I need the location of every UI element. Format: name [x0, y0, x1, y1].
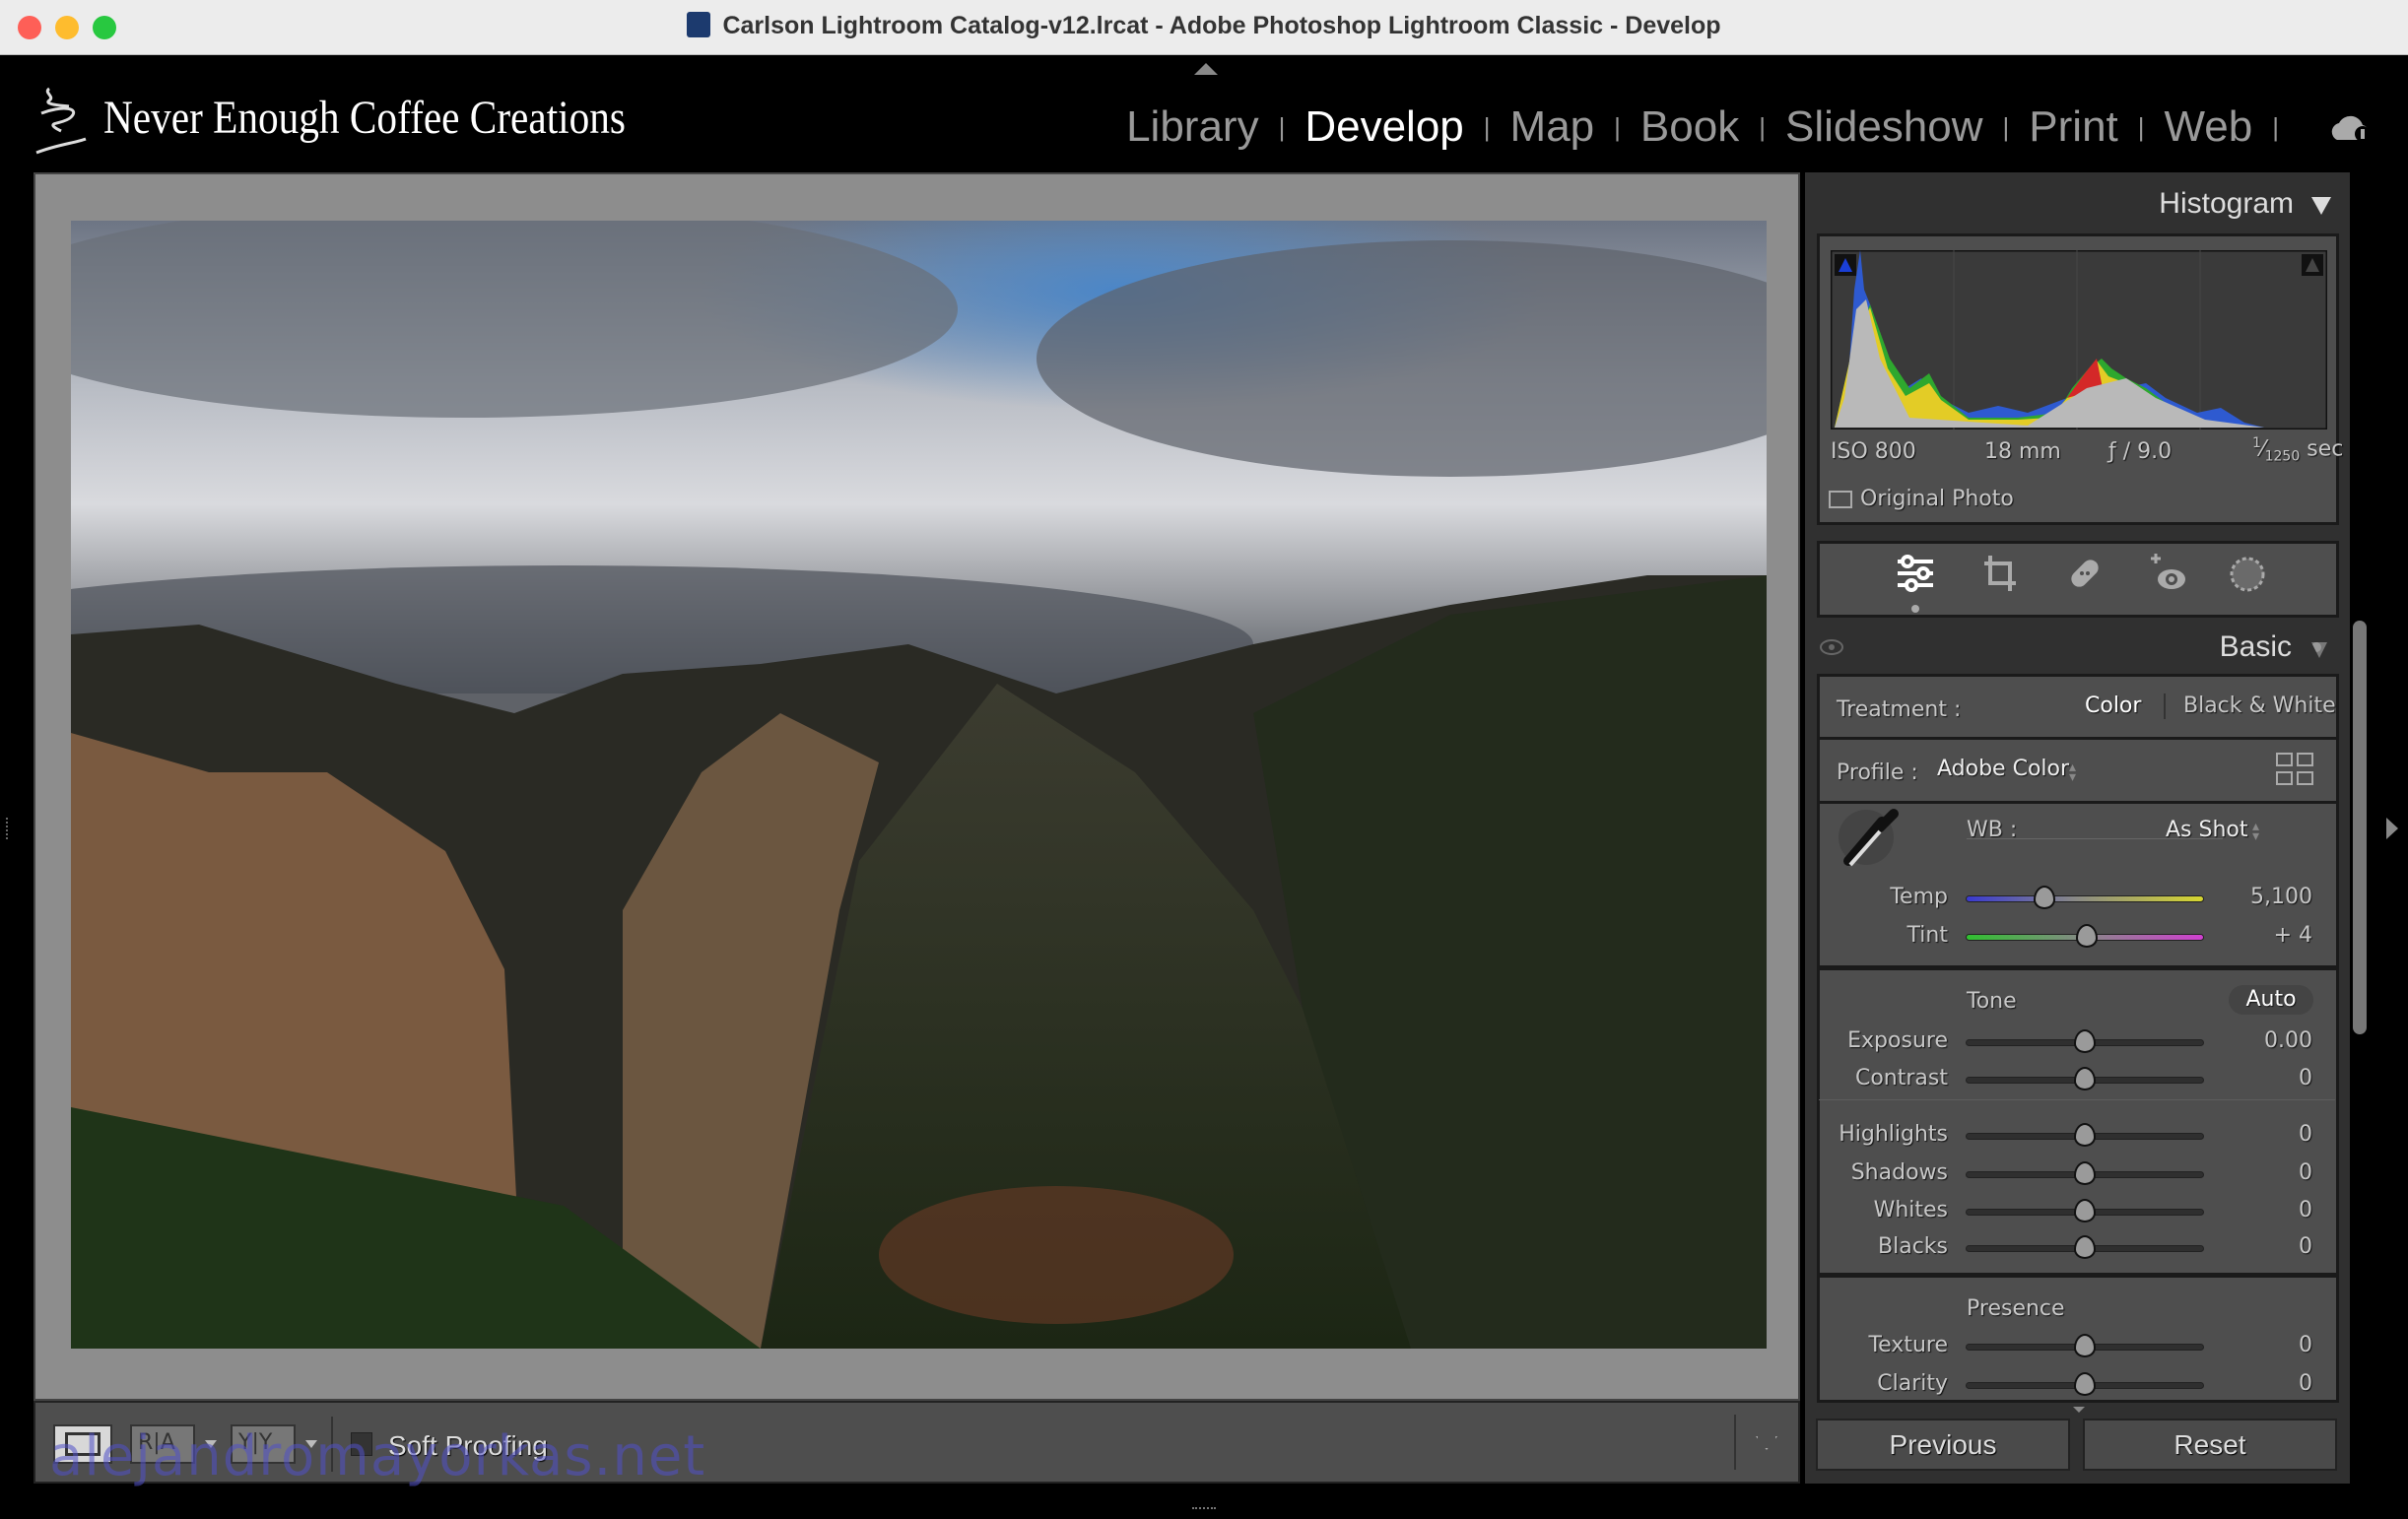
scroll-more-indicator — [2073, 1407, 2085, 1413]
previous-button[interactable]: Previous — [1816, 1419, 2070, 1471]
module-separator: | — [2272, 111, 2279, 142]
reset-button[interactable]: Reset — [2083, 1419, 2337, 1471]
blacks-label: Blacks — [1878, 1234, 1948, 1259]
basic-panel-header[interactable]: Basic — [2069, 630, 2292, 664]
tone-label: Tone — [1967, 989, 2017, 1014]
clarity-label: Clarity — [1877, 1371, 1948, 1396]
module-web[interactable]: Web — [2165, 102, 2253, 152]
panel-visibility-eye-icon[interactable] — [1819, 638, 1844, 656]
highlights-value[interactable]: 0 — [2174, 1122, 2312, 1147]
presence-label: Presence — [1967, 1296, 2065, 1321]
texture-value[interactable]: 0 — [2174, 1333, 2312, 1357]
collapse-top-panel-arrow[interactable] — [1194, 63, 1218, 75]
module-separator: | — [1614, 111, 1621, 142]
identity-plate: Never Enough Coffee Creations — [103, 92, 626, 144]
exposure-label: Exposure — [1847, 1028, 1948, 1053]
original-photo-label: Original Photo — [1860, 487, 2014, 511]
divider — [2164, 693, 2166, 719]
clarity-value[interactable]: 0 — [2174, 1371, 2312, 1396]
tint-label: Tint — [1906, 923, 1948, 948]
white-balance-eyedropper-icon[interactable] — [1837, 808, 1902, 873]
original-photo-checkbox[interactable] — [1829, 491, 1852, 508]
module-separator: | — [1759, 111, 1766, 142]
histogram-header[interactable]: Histogram — [2069, 187, 2294, 221]
app-icon — [687, 12, 711, 37]
divider — [1967, 838, 2223, 839]
tint-value[interactable]: + 4 — [2174, 923, 2312, 948]
module-picker: Library | Develop | Map | Book | Slideshow | Print… — [1126, 102, 2334, 152]
cloud-sync-icon[interactable] — [2327, 110, 2373, 144]
shadows-label: Shadows — [1850, 1160, 1948, 1185]
toolbar-options-chevron-icon[interactable] — [1756, 1436, 1777, 1450]
module-separator: | — [2002, 111, 2010, 142]
exposure-slider-thumb[interactable] — [2074, 1029, 2096, 1053]
profile-browser-grid-icon[interactable] — [2276, 753, 2315, 788]
watermark: alejandromayorkas.net — [49, 1424, 706, 1488]
temp-slider[interactable] — [1966, 895, 2204, 902]
temp-label: Temp — [1890, 885, 1948, 909]
module-separator: | — [1483, 111, 1491, 142]
stepper-arrows-icon[interactable]: ▴ ▾ — [2252, 820, 2259, 843]
module-develop[interactable]: Develop — [1304, 102, 1463, 152]
histogram-graph[interactable] — [1831, 250, 2327, 429]
divider — [1734, 1415, 1736, 1470]
profile-label: Profile : — [1837, 760, 1918, 785]
whites-label: Whites — [1873, 1198, 1948, 1222]
healing-icon[interactable] — [2065, 554, 2105, 593]
treatment-color-option[interactable]: Color — [2085, 693, 2141, 718]
red-eye-icon[interactable] — [2148, 552, 2187, 593]
shadows-slider-thumb[interactable] — [2074, 1161, 2096, 1185]
crop-icon[interactable] — [1982, 554, 2018, 595]
module-slideshow[interactable]: Slideshow — [1785, 102, 1983, 152]
filmstrip-toggle[interactable] — [1192, 1497, 1216, 1509]
stepper-arrows-icon[interactable]: ▴ ▾ — [2069, 760, 2076, 784]
whites-slider-thumb[interactable] — [2074, 1199, 2096, 1222]
module-map[interactable]: Map — [1510, 102, 1595, 152]
exposure-value[interactable]: 0.00 — [2174, 1028, 2312, 1053]
whites-value[interactable]: 0 — [2174, 1198, 2312, 1222]
module-print[interactable]: Print — [2029, 102, 2117, 152]
blacks-value[interactable]: 0 — [2174, 1234, 2312, 1259]
edit-sliders-icon[interactable] — [1896, 554, 1935, 599]
right-panel-scrollbar[interactable] — [2353, 621, 2367, 1034]
left-panel-toggle[interactable] — [6, 818, 16, 839]
profile-select[interactable]: Adobe Color — [1937, 757, 2069, 781]
title-bar: Carlson Lightroom Catalog-v12.lrcat - Ad… — [0, 0, 2408, 55]
highlights-label: Highlights — [1839, 1122, 1948, 1147]
blacks-slider-thumb[interactable] — [2074, 1235, 2096, 1259]
collapse-triangle-icon[interactable] — [2311, 197, 2331, 215]
masking-icon[interactable] — [2229, 556, 2266, 593]
clarity-slider-thumb[interactable] — [2074, 1372, 2096, 1396]
module-separator: | — [2137, 111, 2145, 142]
coffee-logo-icon — [35, 87, 87, 155]
texture-slider-thumb[interactable] — [2074, 1334, 2096, 1357]
contrast-slider-thumb[interactable] — [2074, 1067, 2096, 1090]
texture-label: Texture — [1868, 1333, 1948, 1357]
active-tool-indicator — [1911, 605, 1919, 613]
temp-value[interactable]: 5,100 — [2174, 885, 2312, 909]
treatment-bw-option[interactable]: Black & White — [2183, 693, 2336, 718]
divider — [1819, 1099, 2335, 1100]
focal-length-readout: 18 mm — [1984, 439, 2061, 464]
module-book[interactable]: Book — [1640, 102, 1739, 152]
treatment-label: Treatment : — [1837, 697, 1962, 722]
shutter-readout: 1⁄1250 sec — [2252, 435, 2344, 465]
window-title: Carlson Lightroom Catalog-v12.lrcat - Ad… — [722, 12, 1721, 39]
contrast-value[interactable]: 0 — [2174, 1066, 2312, 1090]
auto-tone-button[interactable]: Auto — [2229, 985, 2313, 1015]
aperture-readout: ƒ / 9.0 — [2108, 439, 2173, 464]
iso-readout: ISO 800 — [1831, 439, 1916, 464]
right-panel-toggle-arrow[interactable] — [2386, 818, 2398, 839]
module-library[interactable]: Library — [1126, 102, 1259, 152]
temp-slider-thumb[interactable] — [2033, 886, 2055, 909]
highlights-slider-thumb[interactable] — [2074, 1123, 2096, 1147]
shadows-value[interactable]: 0 — [2174, 1160, 2312, 1185]
contrast-label: Contrast — [1854, 1066, 1948, 1090]
photo-preview[interactable] — [71, 221, 1767, 1349]
module-separator: | — [1278, 111, 1286, 142]
